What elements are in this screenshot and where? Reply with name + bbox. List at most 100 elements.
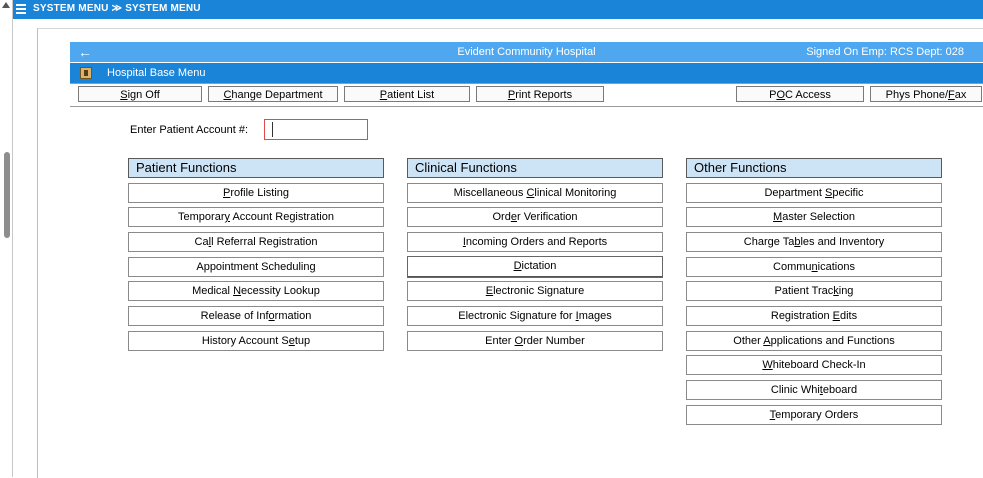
dictation-button[interactable]: Dictation — [407, 256, 663, 278]
clinical-functions-header: Clinical Functions — [407, 158, 663, 178]
button-label: History Account S — [201, 335, 289, 347]
registration-edits-button[interactable]: Registration Edits — [686, 306, 942, 326]
enter-order-number-button[interactable]: Enter Order Number — [407, 331, 663, 351]
patient-list-button[interactable]: Patient List — [344, 86, 470, 102]
other-functions-header: Other Functions — [686, 158, 942, 178]
text-cursor — [272, 122, 273, 137]
button-label: O — [514, 335, 524, 347]
button-label: ications — [817, 261, 855, 273]
menu-toolbar: Sign Off Change Department Patient List … — [70, 83, 983, 107]
button-label: Registration — [770, 310, 833, 322]
communications-button[interactable]: Communications — [686, 257, 942, 277]
button-label: W — [762, 359, 773, 371]
history-account-setup-button[interactable]: History Account Setup — [128, 331, 384, 351]
button-label: A — [763, 335, 771, 347]
call-referral-registration-button[interactable]: Call Referral Registration — [128, 232, 384, 252]
patient-functions-header: Patient Functions — [128, 158, 384, 178]
breadcrumb-separator-icon: ≫ — [111, 3, 123, 14]
button-label: D — [513, 260, 522, 272]
electronic-signature-images-button[interactable]: Electronic Signature for Images — [407, 306, 663, 326]
button-label: Appointment Schedulin — [196, 261, 310, 273]
scroll-up-icon[interactable] — [2, 2, 10, 8]
hospital-building-icon — [80, 67, 92, 79]
button-label: Medical — [192, 285, 234, 297]
change-department-button[interactable]: Change Department — [208, 86, 338, 102]
button-label: Electronic Signature for — [458, 310, 576, 322]
button-label: O — [776, 89, 786, 101]
button-label: Release of Inf — [200, 310, 269, 322]
button-label: rint Reports — [515, 89, 573, 101]
button-label: Account Registration — [230, 211, 334, 223]
button-label: Ca — [194, 236, 209, 248]
temporary-account-registration-button[interactable]: Temporary Account Registration — [128, 207, 384, 227]
hamburger-icon[interactable] — [16, 4, 26, 14]
button-label: Commu — [773, 261, 812, 273]
button-label: ictation — [521, 260, 557, 272]
button-label: mages — [578, 310, 612, 322]
button-label: eboard — [822, 384, 858, 396]
department-specific-button[interactable]: Department Specific — [686, 183, 942, 203]
button-label: ign Off — [127, 89, 160, 101]
whiteboard-check-in-button[interactable]: Whiteboard Check-In — [686, 355, 942, 375]
button-label: l Referral Registration — [211, 236, 318, 248]
button-label: ing — [838, 285, 854, 297]
patient-account-input[interactable] — [264, 119, 368, 140]
charge-tables-inventory-button[interactable]: Charge Tables and Inventory — [686, 232, 942, 252]
breadcrumb-item[interactable]: SYSTEM MENU — [33, 3, 109, 14]
profile-listing-button[interactable]: Profile Listing — [128, 183, 384, 203]
system-menu-bar: SYSTEM MENU ≫ SYSTEM MENU — [13, 0, 983, 19]
button-label: F — [948, 89, 955, 101]
order-verification-button[interactable]: Order Verification — [407, 207, 663, 227]
master-selection-button[interactable]: Master Selection — [686, 207, 942, 227]
release-of-information-button[interactable]: Release of Information — [128, 306, 384, 326]
button-label: Miscellaneous — [453, 187, 527, 199]
temporary-orders-button[interactable]: Temporary Orders — [686, 405, 942, 425]
button-label: ax — [954, 89, 967, 101]
breadcrumb-item[interactable]: SYSTEM MENU — [125, 3, 201, 14]
button-label: Other — [733, 335, 764, 347]
button-label: ncoming Orders and Reports — [465, 236, 608, 248]
button-label: rder Number — [523, 335, 585, 347]
misc-clinical-monitoring-button[interactable]: Miscellaneous Clinical Monitoring — [407, 183, 663, 203]
button-label: S — [120, 89, 128, 101]
button-label: les and Inventory — [800, 236, 885, 248]
button-label: Ord — [492, 211, 511, 223]
button-label: Patient Trac — [774, 285, 834, 297]
sign-off-button[interactable]: Sign Off — [78, 86, 202, 102]
print-reports-button[interactable]: Print Reports — [476, 86, 604, 102]
button-label: pplications and Functions — [770, 335, 895, 347]
button-label: ecessity Lookup — [241, 285, 320, 297]
poc-access-button[interactable]: POC Access — [736, 86, 864, 102]
phys-phone-fax-button[interactable]: Phys Phone/Fax — [870, 86, 982, 102]
button-label: E — [832, 310, 840, 322]
electronic-signature-button[interactable]: Electronic Signature — [407, 281, 663, 301]
appointment-scheduling-button[interactable]: Appointment Scheduling — [128, 257, 384, 277]
incoming-orders-reports-button[interactable]: Incoming Orders and Reports — [407, 232, 663, 252]
left-scrollbar[interactable] — [0, 0, 13, 477]
button-label: Department — [764, 187, 825, 199]
clinic-whiteboard-button[interactable]: Clinic Whiteboard — [686, 380, 942, 400]
button-label: E — [485, 285, 494, 297]
button-label: r Verification — [516, 211, 578, 223]
button-label: hiteboard Check-In — [772, 359, 866, 371]
button-label: rmation — [274, 310, 312, 322]
other-applications-functions-button[interactable]: Other Applications and Functions — [686, 331, 942, 351]
medical-necessity-lookup-button[interactable]: Medical Necessity Lookup — [128, 281, 384, 301]
patient-tracking-button[interactable]: Patient Tracking — [686, 281, 942, 301]
button-label: g — [309, 261, 316, 273]
button-label: rofile Listing — [230, 187, 290, 199]
button-label: atient List — [387, 89, 435, 101]
menu-title-bar: Hospital Base Menu — [70, 63, 983, 83]
button-label: tup — [294, 335, 311, 347]
button-label: N — [233, 285, 242, 297]
scrollbar-thumb[interactable] — [4, 152, 10, 238]
signed-on-status: Signed On Emp: RCS Dept: 028 — [806, 46, 964, 58]
button-label: Clinic Whi — [770, 384, 820, 396]
button-label: Charge Ta — [743, 236, 795, 248]
menu-title: Hospital Base Menu — [107, 67, 206, 79]
button-label: hange Department — [231, 89, 323, 101]
button-label: pecific — [832, 187, 864, 199]
button-label: Enter — [485, 335, 515, 347]
patient-account-label: Enter Patient Account #: — [130, 124, 249, 136]
button-label: Temporar — [178, 211, 225, 223]
